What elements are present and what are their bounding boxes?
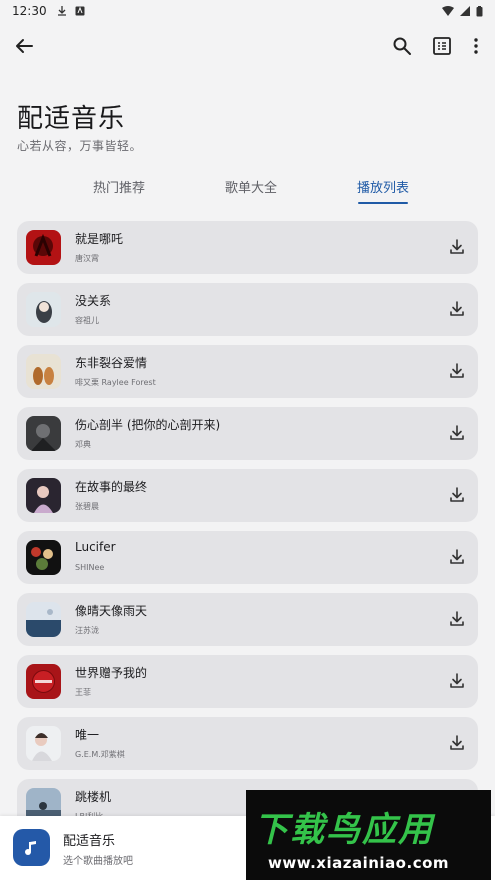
list-view-icon[interactable] [430,34,454,58]
tab-bar: 热门推荐 歌单大全 播放列表 [0,168,495,208]
tab-playlist-collection[interactable]: 歌单大全 [211,168,291,204]
song-artist: 王菲 [75,688,91,697]
album-cover [26,292,61,327]
song-item[interactable]: 就是哪吒 唐汉霄 [17,221,478,274]
album-cover [26,478,61,513]
back-arrow-icon[interactable] [12,34,36,58]
song-title: 世界赠予我的 [75,666,148,680]
song-item[interactable]: 东非裂谷爱情 啡又栗 Raylee Forest [17,345,478,398]
music-note-icon[interactable] [13,829,50,866]
watermark-logo: 下载鸟应用 [254,810,434,850]
search-icon[interactable] [390,34,414,58]
album-cover [26,726,61,761]
download-icon[interactable] [448,672,466,690]
watermark-banner: 下载鸟应用 www.xiazainiao.com [246,790,491,880]
wifi-icon [442,6,454,16]
song-artist: 啡又栗 Raylee Forest [75,378,156,387]
top-app-bar [0,26,495,66]
song-title: 在故事的最终 [75,480,148,494]
download-icon[interactable] [448,238,466,256]
song-title: 伤心剖半 (把你的心剖开来) [75,418,221,432]
song-item[interactable]: 在故事的最终 张碧晨 [17,469,478,522]
song-artist: 容祖儿 [75,316,99,325]
song-title: 就是哪吒 [75,232,124,246]
song-artist: SHINee [75,563,105,572]
app-notification-icon [75,6,85,16]
album-cover [26,416,61,451]
download-icon[interactable] [448,486,466,504]
song-item[interactable]: 世界赠予我的 王菲 [17,655,478,708]
download-status-icon [57,6,66,16]
album-cover [26,664,61,699]
song-item[interactable]: 像晴天像雨天 汪苏泷 [17,593,478,646]
status-bar: 12:30 [0,0,495,22]
player-subtitle: 选个歌曲播放吧 [63,856,133,867]
song-artist: 唐汉霄 [75,254,99,263]
tab-play-list[interactable]: 播放列表 [343,168,423,204]
download-icon[interactable] [448,424,466,442]
download-icon[interactable] [448,734,466,752]
album-cover [26,540,61,575]
download-icon[interactable] [448,300,466,318]
download-icon[interactable] [448,362,466,380]
battery-icon [476,5,483,16]
song-item[interactable]: 唯一 G.E.M.邓紫棋 [17,717,478,770]
page-subtitle: 心若从容，万事皆轻。 [17,139,143,153]
watermark-url: www.xiazainiao.com [268,854,450,872]
song-title: 像晴天像雨天 [75,604,148,618]
song-item[interactable]: Lucifer SHINee [17,531,478,584]
song-title: Lucifer [75,540,116,554]
cellular-signal-icon [460,6,470,16]
song-artist: G.E.M.邓紫棋 [75,750,125,759]
download-icon[interactable] [448,548,466,566]
song-artist: 汪苏泷 [75,626,99,635]
album-cover [26,602,61,637]
tab-active-indicator [358,202,408,204]
song-item[interactable]: 没关系 容祖儿 [17,283,478,336]
song-title: 东非裂谷爱情 [75,356,148,370]
song-item[interactable]: 伤心剖半 (把你的心剖开来) 邓典 [17,407,478,460]
page-title: 配适音乐 [17,104,126,134]
album-cover [26,354,61,389]
song-title: 没关系 [75,294,112,308]
status-time: 12:30 [12,4,47,18]
download-icon[interactable] [448,610,466,628]
song-title: 唯一 [75,728,100,742]
song-title: 跳楼机 [75,790,112,804]
player-title: 配适音乐 [63,834,116,849]
album-cover [26,230,61,265]
more-options-icon[interactable] [464,34,488,58]
song-artist: 张碧晨 [75,502,99,511]
song-artist: 邓典 [75,440,91,449]
tab-hot-recommend[interactable]: 热门推荐 [79,168,159,204]
